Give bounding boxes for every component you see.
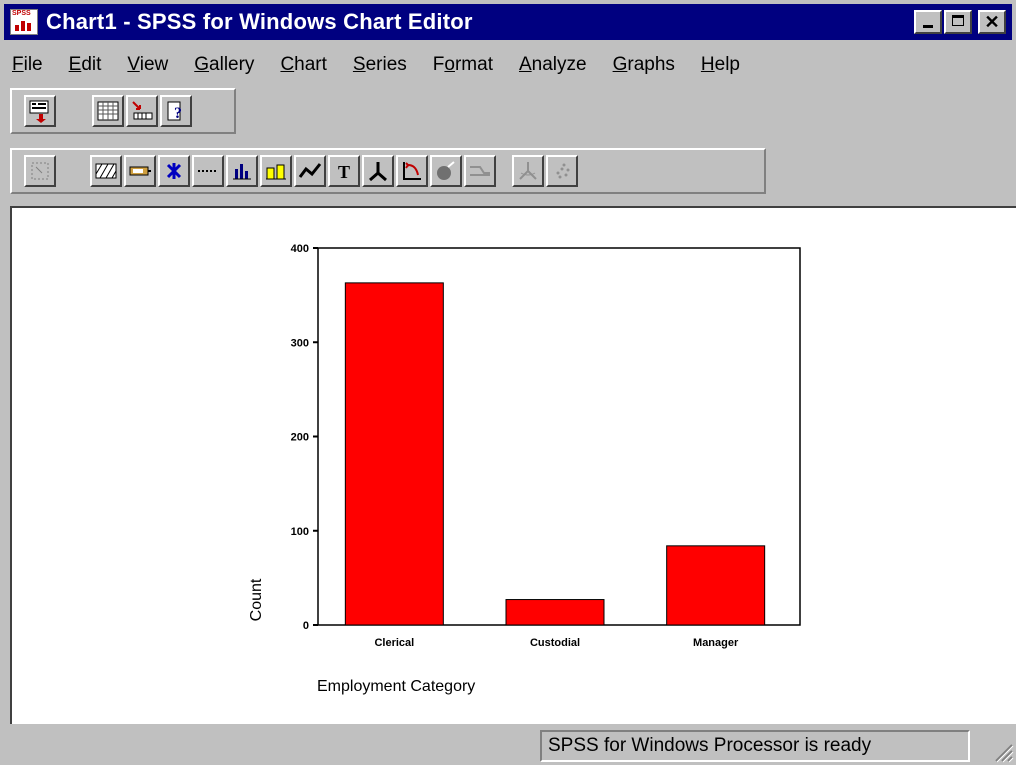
minimize-button[interactable]: [914, 10, 942, 34]
menu-bar: File Edit View Gallery Chart Series Form…: [10, 48, 764, 82]
explode-slice-icon: [437, 161, 455, 180]
select-point-icon: [31, 162, 49, 180]
x-tick-label: Custodial: [530, 637, 580, 649]
menu-chart[interactable]: Chart: [278, 52, 328, 78]
title-bar[interactable]: SPSS Chart1 - SPSS for Windows Chart Edi…: [4, 4, 1012, 40]
window-title: Chart1 - SPSS for Windows Chart Editor: [46, 9, 473, 34]
swap-axes-button[interactable]: [396, 155, 428, 187]
fill-pattern-button[interactable]: [90, 155, 122, 187]
spss-chart-icon[interactable]: SPSS: [10, 9, 38, 35]
y-tick-label: 400: [291, 243, 309, 255]
marker-button[interactable]: [158, 155, 190, 187]
point-id-button[interactable]: [546, 155, 578, 187]
y-tick-label: 300: [291, 337, 309, 349]
svg-text:?: ?: [174, 105, 182, 122]
chart-to-viewer-icon: [29, 100, 49, 123]
chart-canvas[interactable]: 0 100 200 300 400 Clerical Custodial Manager Emp…: [10, 206, 1016, 724]
bar-style-icon: [233, 164, 251, 180]
menu-gallery[interactable]: Gallery: [192, 52, 256, 78]
reference-line-icon: [369, 162, 387, 182]
goto-case-button[interactable]: [126, 95, 158, 127]
minimize-icon: [923, 25, 933, 28]
y-tick-label: 100: [291, 526, 309, 538]
menu-view[interactable]: View: [125, 52, 170, 78]
help-topic-icon: ?: [167, 101, 182, 122]
maximize-button[interactable]: [944, 10, 972, 34]
bar-style-button[interactable]: [226, 155, 258, 187]
status-bar: SPSS for Windows Processor is ready: [0, 726, 1016, 765]
menu-file[interactable]: File: [10, 52, 45, 78]
select-point-button[interactable]: [24, 155, 56, 187]
menu-format[interactable]: Format: [431, 52, 495, 78]
menu-edit[interactable]: Edit: [67, 52, 104, 78]
x-axis-title: Employment Category: [317, 678, 475, 695]
swap-axes-icon: [403, 162, 421, 180]
line-style-icon: [198, 170, 218, 172]
spin-mode-icon: [519, 162, 537, 180]
y-tick-label: 200: [291, 432, 309, 444]
break-line-icon: [470, 166, 490, 176]
point-id-icon: [556, 163, 570, 179]
reference-line-button[interactable]: [362, 155, 394, 187]
menu-graphs[interactable]: Graphs: [611, 52, 677, 78]
close-button[interactable]: ✕: [978, 10, 1006, 34]
chart-to-viewer-button[interactable]: [24, 95, 56, 127]
y-tick-label: 0: [303, 620, 309, 632]
chart-toolbar: T: [10, 148, 766, 194]
help-topic-button[interactable]: ?: [160, 95, 192, 127]
resize-grip-icon[interactable]: [992, 741, 1014, 763]
color-icon: [129, 166, 151, 176]
interpolation-icon: [298, 163, 322, 178]
menu-series[interactable]: Series: [351, 52, 409, 78]
bar-custodial: [505, 599, 605, 626]
explode-slice-button[interactable]: [430, 155, 462, 187]
data-editor-button[interactable]: [92, 95, 124, 127]
x-tick-label: Clerical: [374, 637, 414, 649]
svg-text:T: T: [338, 162, 350, 182]
fill-pattern-icon: [95, 163, 117, 179]
menu-help[interactable]: Help: [699, 52, 742, 78]
text-button[interactable]: T: [328, 155, 360, 187]
x-tick-label: Manager: [693, 637, 739, 649]
interpolation-button[interactable]: [294, 155, 326, 187]
bar-chart[interactable]: 0 100 200 300 400 Clerical Custodial Manager Emp…: [12, 208, 1016, 724]
text-icon: T: [338, 162, 350, 182]
data-editor-icon: [97, 101, 119, 121]
color-button[interactable]: [124, 155, 156, 187]
status-text: SPSS for Windows Processor is ready: [540, 730, 970, 762]
bar-label-icon: [266, 164, 286, 180]
marker-icon: [166, 163, 182, 179]
close-icon: ✕: [984, 12, 1000, 32]
bar-manager: [666, 545, 766, 626]
chart-editor-window: SPSS Chart1 - SPSS for Windows Chart Edi…: [0, 0, 1016, 765]
goto-case-icon: [132, 101, 153, 120]
menu-analyze[interactable]: Analyze: [517, 52, 589, 78]
bar-label-button[interactable]: [260, 155, 292, 187]
break-line-button[interactable]: [464, 155, 496, 187]
bar-clerical: [344, 282, 444, 626]
spin-mode-button[interactable]: [512, 155, 544, 187]
main-toolbar: ?: [10, 88, 236, 134]
maximize-icon: [952, 15, 964, 26]
y-axis-title: Count: [248, 578, 265, 621]
line-style-button[interactable]: [192, 155, 224, 187]
